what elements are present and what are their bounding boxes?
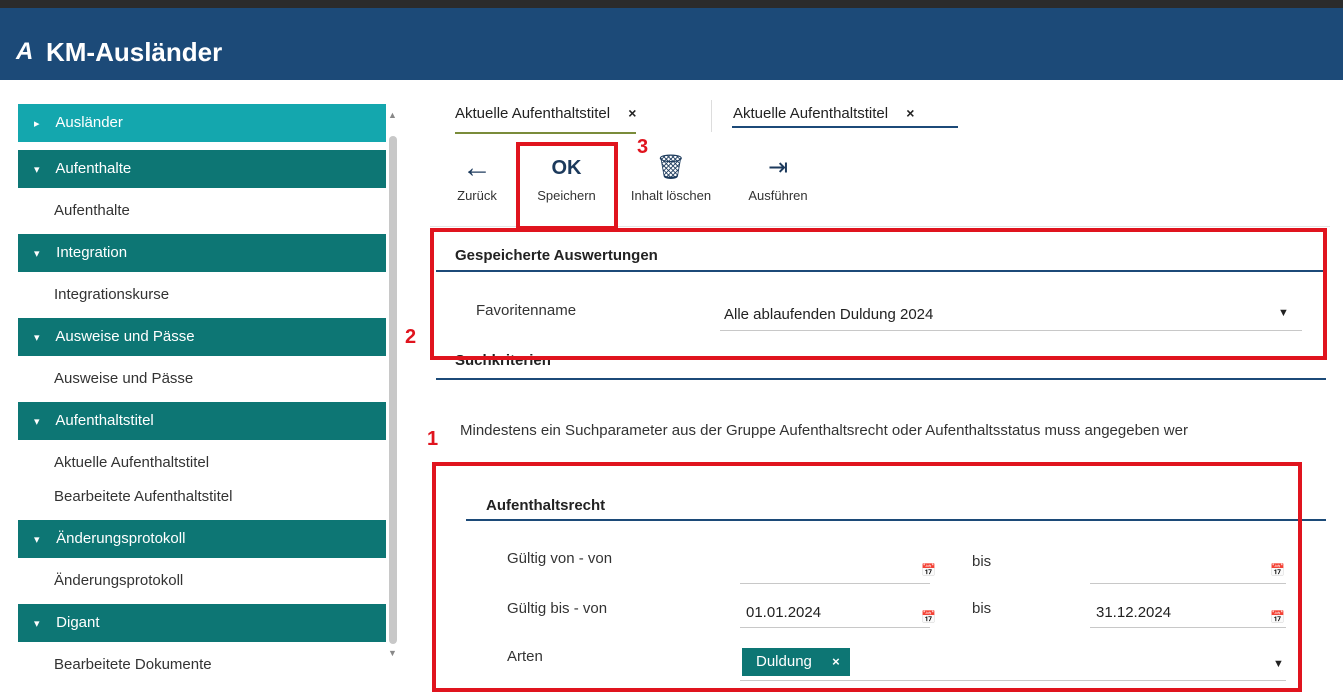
scroll-up-icon[interactable]: ▲ (388, 110, 397, 120)
run-icon: ⇥ (767, 154, 789, 181)
chevron-down-icon: ▾ (34, 164, 40, 176)
sidebar-item-bearbeitete-aufenthaltstitel[interactable]: Bearbeitete Aufenthaltstitel (18, 478, 386, 516)
sidebar-nav: ▸ Ausländer ▾ Aufenthalte Aufenthalte ▾ … (18, 104, 386, 686)
sidebar-group-digant[interactable]: ▾ Digant (18, 604, 386, 642)
sidebar-item-label: Ausländer (55, 114, 123, 131)
search-criteria-hint: Mindestens ein Suchparameter aus der Gru… (460, 422, 1188, 439)
sidebar-group-auslaender[interactable]: ▸ Ausländer (18, 104, 386, 142)
sidebar-item-label: Aufenthalte (55, 160, 132, 177)
sidebar-item-bearbeitete-dokumente[interactable]: Bearbeitete Dokumente (18, 646, 386, 684)
app-header: A KM-Ausländer (0, 8, 1343, 80)
arrow-left-icon: ← (462, 151, 492, 184)
chevron-down-icon: ▾ (34, 534, 40, 546)
app-title: KM-Ausländer (46, 37, 223, 67)
sidebar-item-aufenthalte[interactable]: Aufenthalte (18, 192, 386, 230)
sidebar-item-aktuelle-aufenthaltstitel[interactable]: Aktuelle Aufenthaltstitel (18, 444, 386, 482)
search-criteria-line (436, 378, 1326, 380)
sidebar-item-label: Ausweise und Pässe (55, 328, 195, 345)
scroll-down-icon[interactable]: ▼ (388, 648, 397, 658)
tab-divider (711, 100, 712, 132)
sidebar-group-integration[interactable]: ▾ Integration (18, 234, 386, 272)
sidebar-scrollbar[interactable]: ▲ ▼ (386, 110, 400, 686)
tab-label: Aktuelle Aufenthaltstitel (733, 105, 889, 122)
chevron-down-icon: ▾ (34, 618, 40, 630)
marker-2: 2 (405, 326, 417, 348)
run-label: Ausführen (748, 188, 808, 203)
tab-label: Aktuelle Aufenthaltstitel (455, 105, 611, 122)
highlight-box-saved-reports (430, 228, 1327, 360)
sidebar-item-label: Änderungsprotokoll (56, 530, 186, 547)
sidebar-item-label: Integration (56, 244, 128, 261)
marker-1: 1 (427, 428, 439, 450)
run-button[interactable]: ⇥ Ausführen (740, 148, 816, 203)
chevron-down-icon: ▾ (34, 416, 40, 428)
window-top-strip (0, 0, 1343, 8)
marker-3: 3 (637, 136, 649, 158)
highlight-box-save (516, 142, 618, 230)
back-button[interactable]: ← Zurück (452, 148, 502, 203)
chevron-right-icon: ▸ (34, 118, 40, 130)
sidebar-group-ausweise[interactable]: ▾ Ausweise und Pässe (18, 318, 386, 356)
sidebar-item-aenderungsprotokoll[interactable]: Änderungsprotokoll (18, 562, 386, 600)
sidebar-item-integrationskurse[interactable]: Integrationskurse (18, 276, 386, 314)
highlight-box-residence-right (432, 462, 1302, 692)
sidebar-group-aufenthalte[interactable]: ▾ Aufenthalte (18, 150, 386, 188)
back-label: Zurück (457, 188, 497, 203)
scrollbar-thumb[interactable] (389, 136, 397, 644)
app-logo-icon: A (16, 38, 34, 65)
tab-aktuelle-aufenthaltstitel-1[interactable]: Aktuelle Aufenthaltstitel × (455, 105, 637, 134)
sidebar-item-ausweise[interactable]: Ausweise und Pässe (18, 360, 386, 398)
active-tab-indicator (732, 126, 958, 128)
tab-close-icon[interactable]: × (906, 105, 914, 121)
chevron-down-icon: ▾ (34, 248, 40, 260)
clear-label: Inhalt löschen (630, 188, 712, 203)
sidebar-item-label: Aufenthaltstitel (55, 412, 154, 429)
sidebar-item-label: Digant (56, 614, 100, 631)
sidebar-group-aenderungsprotokoll[interactable]: ▾ Änderungsprotokoll (18, 520, 386, 558)
tab-close-icon[interactable]: × (628, 105, 636, 121)
chevron-down-icon: ▾ (34, 332, 40, 344)
sidebar-group-aufenthaltstitel[interactable]: ▾ Aufenthaltstitel (18, 402, 386, 440)
